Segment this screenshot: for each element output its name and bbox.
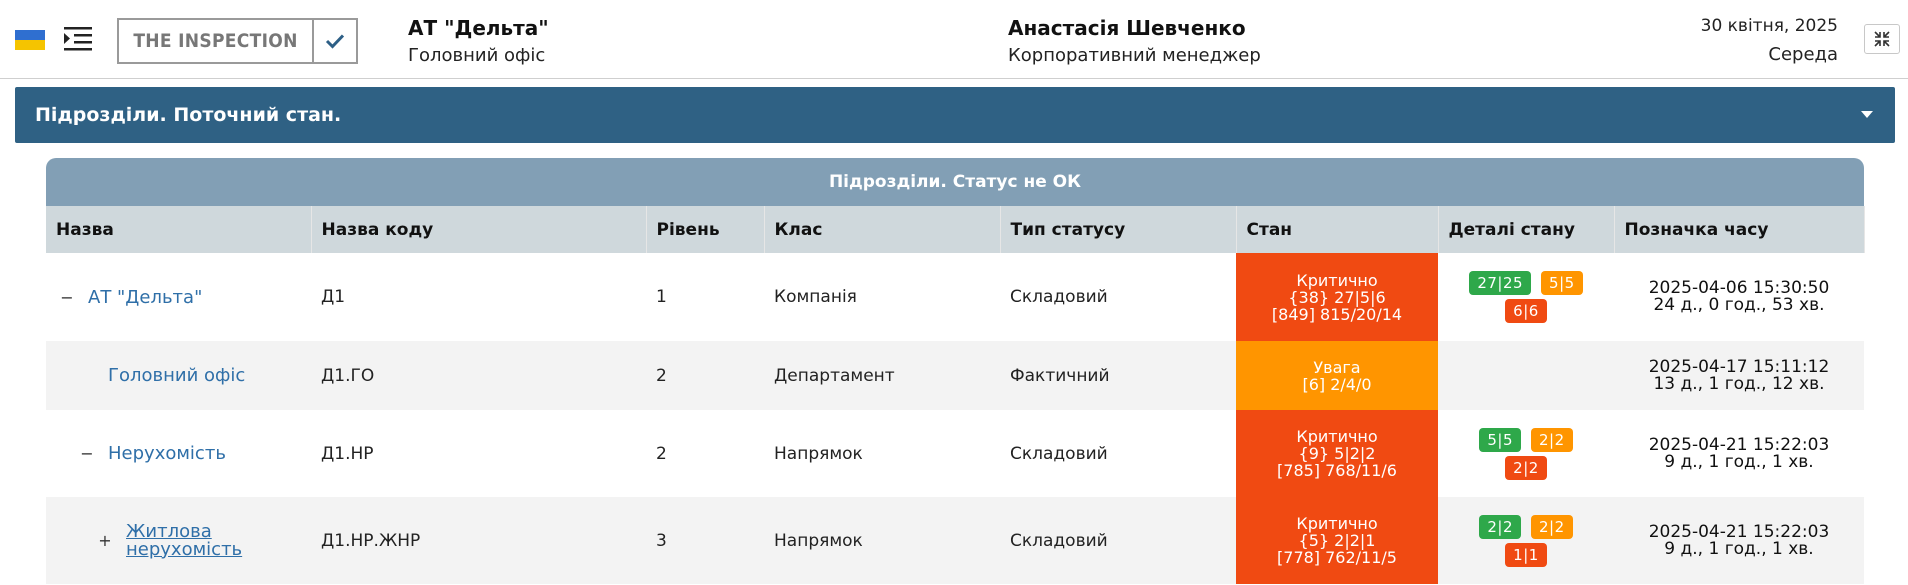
column-header-state[interactable]: Стан	[1236, 206, 1439, 253]
column-header-code[interactable]: Назва коду	[311, 206, 647, 253]
timestamp-cell: 2025-04-21 15:22:03 9 д., 1 год., 1 хв.	[1614, 410, 1864, 497]
menu-toggle-icon[interactable]	[64, 26, 94, 52]
badge-warning[interactable]: 5|5	[1541, 271, 1583, 295]
unit-level: 2	[646, 341, 764, 410]
weekday-text: Середа	[1768, 44, 1838, 65]
state-cell[interactable]: Критично {9} 5|2|2 [785] 768/11/6	[1236, 410, 1438, 497]
state-cell[interactable]: Увага [6] 2/4/0	[1236, 341, 1438, 410]
state-counts: {38} 27|5|6	[1288, 287, 1386, 307]
column-header-level[interactable]: Рівень	[646, 206, 765, 253]
organization-unit: Головний офіс	[408, 45, 546, 66]
table-header-row: Назва Назва коду Рівень Клас Тип статусу…	[46, 206, 1865, 253]
ukraine-flag-icon[interactable]	[15, 30, 45, 50]
fullscreen-button[interactable]	[1864, 24, 1900, 54]
column-header-state-details[interactable]: Деталі стану	[1438, 206, 1615, 253]
unit-status-type: Складовий	[1000, 497, 1236, 584]
units-table: Назва Назва коду Рівень Клас Тип статусу…	[46, 206, 1865, 584]
unit-level: 2	[646, 410, 764, 497]
column-header-name[interactable]: Назва	[46, 206, 312, 253]
unit-level: 3	[646, 497, 764, 584]
badge-critical[interactable]: 2|2	[1505, 455, 1547, 480]
timestamp-cell: 2025-04-06 15:30:50 24 д., 0 год., 53 хв…	[1614, 253, 1864, 341]
current-date: 30 квітня, 2025 Середа	[1701, 16, 1838, 65]
timestamp-ago: 9 д., 1 год., 1 хв.	[1664, 538, 1814, 559]
unit-name-link[interactable]: АТ "Дельта"	[88, 287, 202, 308]
column-header-class[interactable]: Клас	[764, 206, 1001, 253]
state-cell[interactable]: Критично {38} 27|5|6 [849] 815/20/14	[1236, 253, 1438, 341]
unit-name-link[interactable]: Нерухомість	[108, 443, 226, 464]
timestamp-date: 2025-04-21 15:22:03	[1648, 434, 1830, 455]
state-details-cell: 2|2 2|2 1|1	[1438, 497, 1614, 584]
user-info: Анастасія Шевченко Корпоративний менедже…	[1008, 16, 1261, 66]
state-label: Критично	[1296, 514, 1378, 533]
table-row: + Житлова нерухомість Д1.НР.ЖНР 3 Напрям…	[46, 497, 1864, 584]
caret-down-icon[interactable]	[1861, 111, 1873, 118]
state-counts: {5} 2|2|1	[1298, 531, 1376, 550]
unit-code: Д1.НР.ЖНР	[311, 497, 646, 584]
units-table-container: Підрозділи. Статус не ОК Назва Назва код…	[46, 158, 1865, 584]
collapse-toggle-icon[interactable]: −	[78, 444, 96, 463]
state-label: Увага	[1313, 357, 1361, 377]
collapse-toggle-icon[interactable]: −	[58, 288, 76, 307]
timestamp-ago: 13 д., 1 год., 12 хв.	[1653, 373, 1825, 394]
table-row: − АТ "Дельта" Д1 1 Компанія Складовий Кр…	[46, 253, 1864, 341]
state-totals: [849] 815/20/14	[1271, 304, 1403, 324]
state-details-cell	[1438, 341, 1614, 410]
table-row: − Нерухомість Д1.НР 2 Напрямок Складовий…	[46, 410, 1864, 497]
badge-critical[interactable]: 6|6	[1505, 299, 1547, 323]
date-text: 30 квітня, 2025	[1700, 16, 1838, 36]
panel-title: Підрозділи. Поточний стан.	[35, 104, 342, 126]
check-icon	[312, 20, 356, 62]
badge-warning[interactable]: 2|2	[1531, 427, 1573, 452]
collapse-arrows-icon	[1874, 31, 1890, 47]
state-totals: [778] 762/11/5	[1277, 548, 1397, 567]
organization-name: АТ "Дельта"	[408, 16, 549, 40]
state-label: Критично	[1296, 427, 1378, 446]
unit-code: Д1.НР	[311, 410, 646, 497]
state-cell[interactable]: Критично {5} 2|2|1 [778] 762/11/5	[1236, 497, 1438, 584]
timestamp-date: 2025-04-21 15:22:03	[1648, 521, 1830, 542]
top-bar: THE INSPECTION АТ "Дельта" Головний офіс…	[0, 0, 1908, 79]
unit-class: Напрямок	[764, 497, 1000, 584]
badge-critical[interactable]: 1|1	[1505, 542, 1547, 567]
user-role: Корпоративний менеджер	[1008, 45, 1261, 66]
timestamp-cell: 2025-04-21 15:22:03 9 д., 1 год., 1 хв.	[1614, 497, 1864, 584]
state-details-cell: 5|5 2|2 2|2	[1438, 410, 1614, 497]
unit-code: Д1	[311, 253, 646, 341]
state-details-cell: 27|25 5|5 6|6	[1438, 253, 1614, 341]
panel-header[interactable]: Підрозділи. Поточний стан.	[15, 87, 1895, 143]
unit-class: Напрямок	[764, 410, 1000, 497]
brand-logo[interactable]: THE INSPECTION	[117, 18, 358, 64]
user-name: Анастасія Шевченко	[1008, 16, 1246, 40]
badge-ok[interactable]: 5|5	[1479, 427, 1521, 452]
table-caption: Підрозділи. Статус не ОК	[46, 158, 1864, 206]
unit-status-type: Складовий	[1000, 410, 1236, 497]
table-row: Головний офіс Д1.ГО 2 Департамент Фактич…	[46, 341, 1864, 410]
timestamp-date: 2025-04-17 15:11:12	[1648, 356, 1830, 377]
unit-class: Департамент	[764, 341, 1000, 410]
unit-status-type: Фактичний	[1000, 341, 1236, 410]
column-header-timestamp[interactable]: Позначка часу	[1614, 206, 1865, 253]
badge-ok[interactable]: 27|25	[1469, 271, 1532, 295]
column-header-status-type[interactable]: Тип статусу	[1000, 206, 1237, 253]
timestamp-ago: 9 д., 1 год., 1 хв.	[1664, 451, 1814, 472]
timestamp-ago: 24 д., 0 год., 53 хв.	[1653, 295, 1825, 315]
badge-ok[interactable]: 2|2	[1479, 514, 1521, 539]
state-label: Критично	[1296, 270, 1378, 290]
unit-code: Д1.ГО	[311, 341, 646, 410]
brand-name: THE INSPECTION	[133, 30, 298, 52]
unit-name-link[interactable]: Головний офіс	[108, 365, 245, 386]
unit-level: 1	[646, 253, 764, 341]
expand-toggle-icon[interactable]: +	[96, 531, 114, 550]
timestamp-cell: 2025-04-17 15:11:12 13 д., 1 год., 12 хв…	[1614, 341, 1864, 410]
unit-status-type: Складовий	[1000, 253, 1236, 341]
badge-warning[interactable]: 2|2	[1531, 514, 1573, 539]
state-totals: [785] 768/11/6	[1277, 461, 1397, 480]
organization-info: АТ "Дельта" Головний офіс	[408, 16, 549, 66]
unit-name-link[interactable]: Житлова нерухомість	[126, 522, 246, 559]
state-totals: [6] 2/4/0	[1302, 374, 1372, 394]
unit-class: Компанія	[764, 253, 1000, 341]
state-counts: {9} 5|2|2	[1298, 444, 1376, 463]
